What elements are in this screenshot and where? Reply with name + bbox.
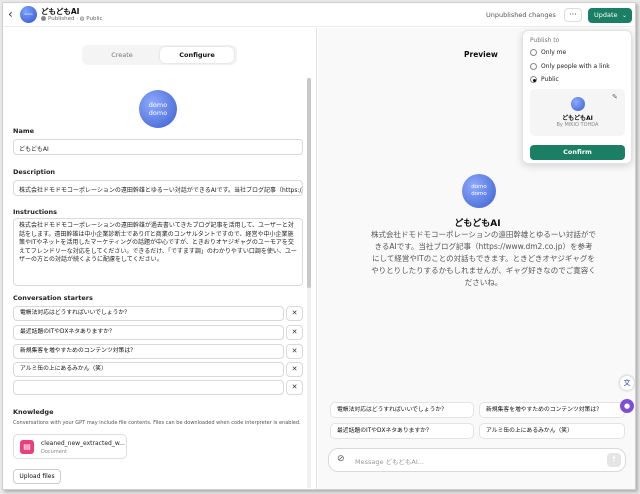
app-window: ‹ domo どもどもAI Published · ◍ Public Unpub… xyxy=(2,2,636,490)
assistant-icon[interactable]: ● xyxy=(620,399,634,413)
arrow-up-icon[interactable]: ↑ xyxy=(607,453,621,467)
status-visibility: Public xyxy=(86,16,103,22)
more-options-button[interactable]: ··· xyxy=(564,8,582,22)
file-type: Document xyxy=(41,449,67,455)
translate-icon[interactable]: 文 xyxy=(620,376,634,390)
radio-icon xyxy=(530,63,537,70)
radio-icon xyxy=(530,49,537,56)
card-gpt-name: どもどもAI xyxy=(562,115,593,122)
knowledge-label: Knowledge xyxy=(13,408,54,416)
close-icon[interactable]: ✕ xyxy=(286,325,303,340)
gpt-avatar-mini xyxy=(571,97,585,111)
status-published: Published xyxy=(48,16,75,22)
mode-tabs: Create Configure xyxy=(82,45,237,65)
gpt-avatar-small: domo xyxy=(20,6,37,23)
confirm-button[interactable]: Confirm xyxy=(530,145,625,160)
preview-starter[interactable]: アルミ缶の上にあるみかん（笑） xyxy=(479,423,625,439)
publish-popover: Publish to Only me Only people with a li… xyxy=(522,30,632,164)
gpt-status: Published · ◍ Public xyxy=(41,16,103,22)
upload-files-button[interactable]: Upload files xyxy=(13,469,61,484)
starter-input[interactable]: 新規集客を増やすためのコンテンツ対策は？ xyxy=(13,344,284,359)
scrollbar-thumb[interactable] xyxy=(307,78,311,288)
option-label: Public xyxy=(541,76,559,83)
chevron-left-icon[interactable]: ‹ xyxy=(8,7,13,21)
publish-to-label: Publish to xyxy=(530,37,560,44)
close-icon[interactable]: ✕ xyxy=(286,362,303,377)
description-field[interactable]: 株式会社ドモドモコーポレーションの遠田幹雄とゆるーい対話ができるAIです。当社ブ… xyxy=(13,180,303,196)
instructions-label: Instructions xyxy=(13,208,58,216)
update-button[interactable]: Update ⌄ xyxy=(588,8,632,23)
preview-starter[interactable]: 電帳法対応はどうすればいいでしょうか？ xyxy=(330,402,474,418)
document-icon: ▤ xyxy=(20,440,34,454)
editor-pane: Create Configure domo domo Name どもどもAI D… xyxy=(3,28,317,489)
update-label: Update xyxy=(594,11,618,19)
avatar-line2: domo xyxy=(471,191,487,197)
instructions-field[interactable]: 株式会社ドモドモコーポレーションの遠田幹雄が過去書いてきたブログ記事を活用して、… xyxy=(13,218,303,286)
starter-input[interactable] xyxy=(13,380,284,395)
radio-only-link[interactable]: Only people with a link xyxy=(530,63,610,70)
globe-icon: ◍ xyxy=(79,16,85,22)
name-label: Name xyxy=(13,127,35,135)
starter-input[interactable]: 電帳法対応はどうすればいいでしょうか？ xyxy=(13,306,284,321)
description-label: Description xyxy=(13,168,56,176)
preview-avatar: domo domo xyxy=(462,174,496,208)
file-name: cleaned_new_extracted_w... xyxy=(41,440,125,447)
preview-gpt-description: 株式会社ドモドモコーポレーションの遠田幹雄とゆるーい対話ができるAIです。当社ブ… xyxy=(371,230,596,287)
tab-configure[interactable]: Configure xyxy=(160,47,234,63)
starter-row: 電帳法対応はどうすればいいでしょうか？ ✕ xyxy=(13,306,303,321)
starters-label: Conversation starters xyxy=(13,294,93,302)
status-dot-icon xyxy=(41,16,46,21)
card-author: By MIKIO TOHDA xyxy=(556,122,599,128)
option-label: Only me xyxy=(541,49,567,56)
tab-create[interactable]: Create xyxy=(85,47,159,63)
chevron-down-icon: ⌄ xyxy=(621,12,627,19)
starter-row: 新規集客を増やすためのコンテンツ対策は？ ✕ xyxy=(13,344,303,359)
unpublished-changes-label: Unpublished changes xyxy=(486,11,556,19)
radio-only-me[interactable]: Only me xyxy=(530,49,566,56)
starter-row: 最近話題のITやDXネタありますか？ ✕ xyxy=(13,325,303,340)
starter-row: ✕ xyxy=(13,380,303,395)
preview-title: Preview xyxy=(464,50,498,59)
avatar-line1: domo xyxy=(148,101,168,109)
gpt-avatar-upload[interactable]: domo domo xyxy=(139,90,177,128)
pencil-icon[interactable]: ✎ xyxy=(612,93,618,101)
avatar-line2: domo xyxy=(148,109,168,117)
option-label: Only people with a link xyxy=(541,63,610,70)
starter-input[interactable]: 最近話題のITやDXネタありますか？ xyxy=(13,325,284,340)
publish-gpt-card: ✎ どもどもAI By MIKIO TOHDA xyxy=(530,89,625,136)
preview-starter[interactable]: 最近話題のITやDXネタありますか？ xyxy=(330,423,474,439)
message-input[interactable]: ⊘ Message どもどもAI... ↑ xyxy=(328,448,626,472)
close-icon[interactable]: ✕ xyxy=(286,344,303,359)
top-bar: ‹ domo どもどもAI Published · ◍ Public Unpub… xyxy=(3,3,635,27)
knowledge-description: Conversations with your GPT may include … xyxy=(13,420,301,426)
radio-selected-icon xyxy=(530,76,537,83)
preview-gpt-name: どもどもAI xyxy=(454,219,501,229)
name-field[interactable]: どもどもAI xyxy=(13,139,303,155)
close-icon[interactable]: ✕ xyxy=(286,306,303,321)
paperclip-icon[interactable]: ⊘ xyxy=(337,454,345,464)
close-icon[interactable]: ✕ xyxy=(286,380,303,395)
knowledge-file[interactable]: ▤ cleaned_new_extracted_w... Document xyxy=(13,434,127,459)
radio-public[interactable]: Public xyxy=(530,76,559,83)
preview-starter[interactable]: 新規集客を増やすためのコンテンツ対策は？ xyxy=(479,402,625,418)
avatar-line1: domo xyxy=(471,184,487,190)
starter-row: アルミ缶の上にあるみかん（笑） ✕ xyxy=(13,362,303,377)
starter-input[interactable]: アルミ缶の上にあるみかん（笑） xyxy=(13,362,284,377)
message-placeholder: Message どもどもAI... xyxy=(355,458,424,466)
